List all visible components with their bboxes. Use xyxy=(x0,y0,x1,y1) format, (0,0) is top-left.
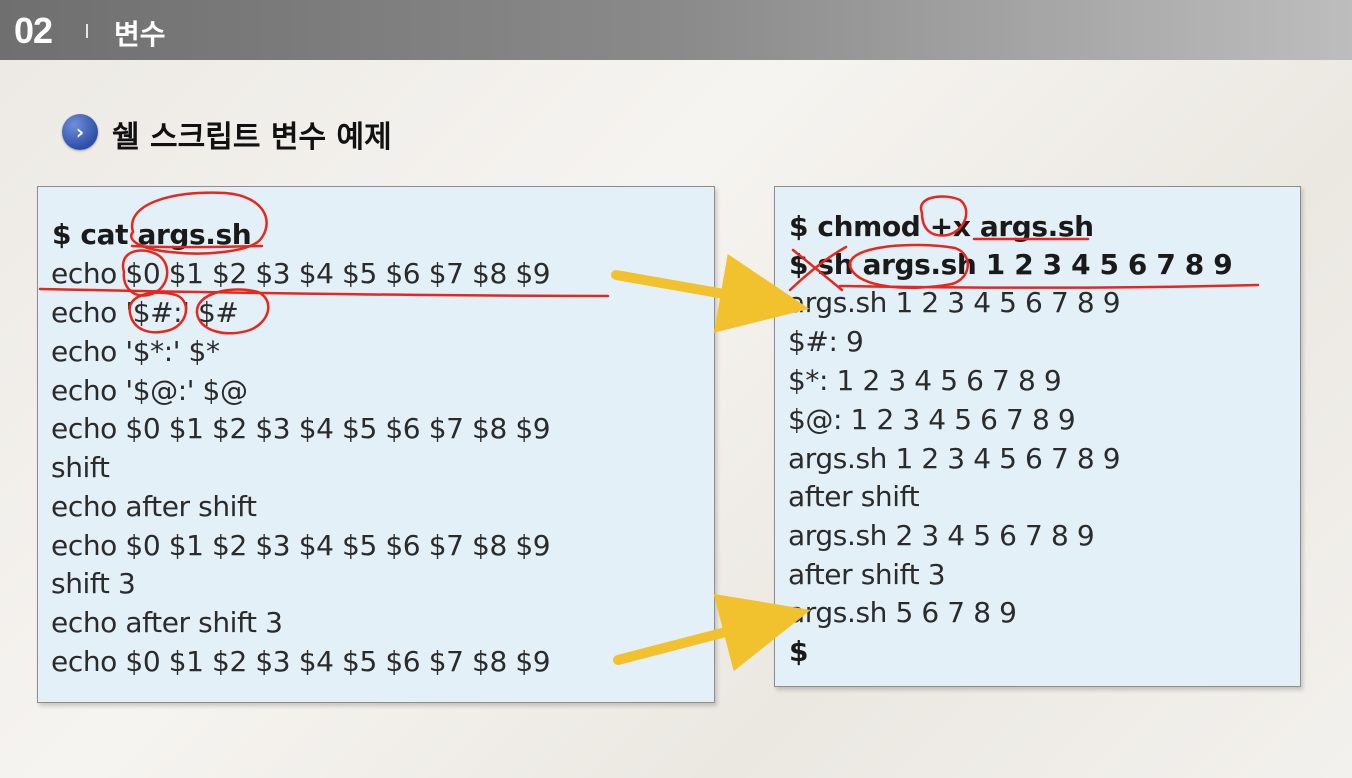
output-line: $ chmod +x args.sh xyxy=(789,210,1094,243)
terminal-output-box: $ chmod +x args.sh $ sh args.sh 1 2 3 4 … xyxy=(774,186,1301,687)
code-line: echo after shift xyxy=(51,490,257,523)
code-line: $ cat args.sh xyxy=(52,218,252,251)
code-line: echo $0 $1 $2 $3 $4 $5 $6 $7 $8 $9 xyxy=(51,257,551,290)
output-line: $*: 1 2 3 4 5 6 7 8 9 xyxy=(788,364,1062,397)
output-line: args.sh 1 2 3 4 5 6 7 8 9 xyxy=(788,442,1121,475)
output-line: args.sh 2 3 4 5 6 7 8 9 xyxy=(788,519,1095,552)
code-line: echo '$#:' $# xyxy=(51,296,239,329)
output-line: $@: 1 2 3 4 5 6 7 8 9 xyxy=(788,403,1076,436)
code-line: echo $0 $1 $2 $3 $4 $5 $6 $7 $8 $9 xyxy=(51,645,551,678)
section-divider xyxy=(86,24,88,38)
output-line: after shift xyxy=(788,480,920,513)
section-title: 변수 xyxy=(114,18,166,51)
output-line: $ xyxy=(789,635,809,668)
section-number: 02 xyxy=(14,10,53,51)
code-line: echo $0 $1 $2 $3 $4 $5 $6 $7 $8 $9 xyxy=(51,412,551,445)
code-line: shift xyxy=(51,451,110,484)
code-line: echo '$*:' $* xyxy=(51,335,220,368)
code-line: shift 3 xyxy=(51,567,136,600)
section-header-bar: 02 변수 xyxy=(0,0,1352,60)
code-line: echo '$@:' $@ xyxy=(51,374,248,407)
code-line: echo $0 $1 $2 $3 $4 $5 $6 $7 $8 $9 xyxy=(51,529,551,562)
output-line: $#: 9 xyxy=(788,325,864,358)
output-line: $ sh args.sh 1 2 3 4 5 6 7 8 9 xyxy=(789,248,1233,281)
output-line: args.sh 5 6 7 8 9 xyxy=(788,596,1017,629)
slide-title: 쉘 스크립트 변수 예제 xyxy=(112,120,392,155)
output-line: after shift 3 xyxy=(788,558,946,591)
script-listing-box: $ cat args.sh echo $0 $1 $2 $3 $4 $5 $6 … xyxy=(37,186,715,703)
output-line: args.sh 1 2 3 4 5 6 7 8 9 xyxy=(788,286,1121,319)
code-line: echo after shift 3 xyxy=(51,606,283,639)
chevron-right-icon: › xyxy=(62,114,98,150)
